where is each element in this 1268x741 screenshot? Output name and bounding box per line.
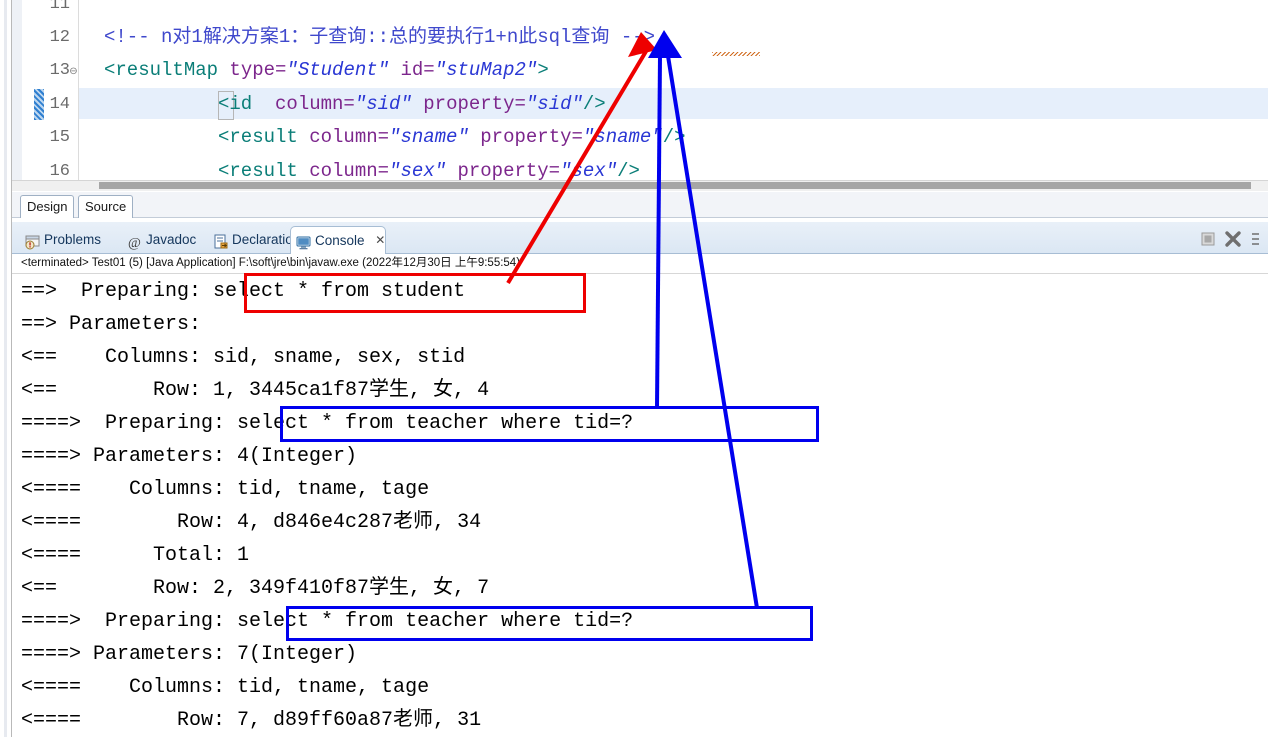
attribute-name: column= bbox=[297, 160, 390, 182]
line-number: 11 bbox=[49, 0, 70, 14]
tag-name: <result bbox=[218, 160, 298, 182]
xml-code-editor[interactable]: 11 12 13 14 15 16 ⊖ <!-- n对1解决方案1：子查询::总… bbox=[12, 0, 1268, 190]
code-line-12: <!-- n对1解决方案1：子查询::总的要执行1+n此sql查询 --> bbox=[104, 21, 655, 54]
problems-icon bbox=[25, 232, 41, 250]
annotation-blue-box-teacher-query-2 bbox=[286, 606, 813, 641]
attribute-value: "sname" bbox=[582, 126, 663, 148]
view-menu-icon[interactable] bbox=[1250, 231, 1262, 252]
console-line: <==== Total: 1 bbox=[21, 544, 250, 567]
line-number: 14 bbox=[49, 95, 70, 114]
attribute-value: "sname" bbox=[389, 126, 469, 148]
gutter-marker-column bbox=[12, 0, 22, 190]
declaration-icon bbox=[213, 232, 229, 249]
console-line: <== Row: 1, 3445ca1f87学生, 女, 4 bbox=[21, 379, 490, 402]
line-number: 13 bbox=[49, 61, 70, 80]
code-line-15: <result column="sname" property="sname"/… bbox=[218, 121, 686, 154]
attribute-name: column= bbox=[297, 126, 390, 148]
javadoc-icon: @ bbox=[127, 232, 143, 251]
console-line: ==> Parameters: bbox=[21, 313, 214, 336]
console-divider bbox=[12, 273, 1268, 274]
tab-console[interactable]: Console ✕ bbox=[290, 226, 386, 255]
close-icon[interactable]: ✕ bbox=[375, 227, 385, 254]
line-number: 15 bbox=[49, 128, 70, 147]
tag-close: /> bbox=[662, 126, 686, 148]
design-source-tabbar: Design Source bbox=[12, 192, 1268, 218]
console-line: ====> Parameters: 7(Integer) bbox=[21, 643, 358, 666]
console-icon bbox=[296, 233, 312, 250]
console-line: <==== Row: 7, d89ff60a87老师, 31 bbox=[21, 709, 482, 732]
console-line: ====> Parameters: 4(Integer) bbox=[21, 445, 358, 468]
process-status-line: <terminated> Test01 (5) [Java Applicatio… bbox=[21, 257, 521, 269]
attribute-value: "sex" bbox=[560, 160, 618, 182]
tab-source[interactable]: Source bbox=[78, 195, 134, 218]
view-tabbar: Problems @ Javadoc Declaration Console ✕ bbox=[12, 222, 1268, 255]
console-line: <==== Row: 4, d846e4c287老师, 34 bbox=[21, 511, 482, 534]
attribute-value: "sid" bbox=[354, 93, 412, 115]
window-bottom-edge bbox=[0, 737, 1268, 741]
fold-collapse-icon[interactable]: ⊖ bbox=[68, 66, 79, 77]
console-line: <== Columns: sid, sname, sex, stid bbox=[21, 346, 466, 369]
stop-square-icon[interactable] bbox=[1200, 231, 1216, 252]
code-line-14: <id column="sid" property="sid"/> bbox=[218, 88, 606, 121]
attribute-value: "stuMap2" bbox=[434, 59, 538, 81]
tab-label: Console bbox=[315, 233, 365, 248]
tag-name: <resultMap bbox=[104, 59, 219, 81]
console-line: <==== Columns: tid, tname, tage bbox=[21, 478, 430, 501]
console-line: <==== Columns: tid, tname, tage bbox=[21, 676, 430, 699]
annotation-red-box-student-query bbox=[244, 273, 586, 313]
tag-close: /> bbox=[582, 93, 606, 115]
tab-label: Javadoc bbox=[146, 232, 197, 247]
attribute-name: property= bbox=[446, 160, 561, 182]
tab-design[interactable]: Design bbox=[20, 195, 75, 218]
tag-close: /> bbox=[617, 160, 640, 182]
line-number: 12 bbox=[49, 28, 70, 47]
svg-text:@: @ bbox=[128, 236, 141, 250]
attribute-value: "sex" bbox=[389, 160, 447, 182]
code-line-13: <resultMap type="Student" id="stuMap2"> bbox=[104, 54, 549, 87]
attribute-value: "sid" bbox=[525, 93, 583, 115]
spellcheck-squiggle bbox=[712, 52, 760, 56]
remove-launch-icon[interactable] bbox=[1224, 230, 1242, 253]
left-frame-strip bbox=[4, 0, 7, 741]
comment-close: --> bbox=[620, 26, 656, 48]
console-output-panel[interactable]: <terminated> Test01 (5) [Java Applicatio… bbox=[12, 254, 1268, 741]
tag-name: <id bbox=[218, 93, 253, 115]
console-line: <== Row: 2, 349f410f87学生, 女, 7 bbox=[21, 577, 490, 600]
annotation-blue-box-teacher-query-1 bbox=[280, 406, 819, 442]
attribute-name: property= bbox=[411, 93, 526, 115]
tab-label: Problems bbox=[44, 232, 102, 247]
tag-close: > bbox=[537, 59, 549, 81]
view-toolbar bbox=[1200, 230, 1262, 253]
window-left-frame bbox=[0, 0, 12, 741]
comment-body: n对1解决方案1：子查询::总的要执行1+n此sql查询 bbox=[149, 26, 621, 48]
attribute-value: "Student" bbox=[286, 59, 390, 81]
attribute-name: type= bbox=[218, 59, 287, 81]
comment-open: <!-- bbox=[104, 26, 150, 48]
attribute-name: id= bbox=[389, 59, 435, 81]
eclipse-ide-window: 11 12 13 14 15 16 ⊖ <!-- n对1解决方案1：子查询::总… bbox=[0, 0, 1268, 741]
editor-gutter[interactable]: 11 12 13 14 15 16 ⊖ bbox=[12, 0, 79, 190]
attribute-name: column= bbox=[252, 93, 355, 115]
attribute-name: property= bbox=[468, 126, 583, 148]
tag-name: <result bbox=[218, 126, 298, 148]
editor-scrollbar-thumb[interactable] bbox=[99, 182, 1251, 189]
